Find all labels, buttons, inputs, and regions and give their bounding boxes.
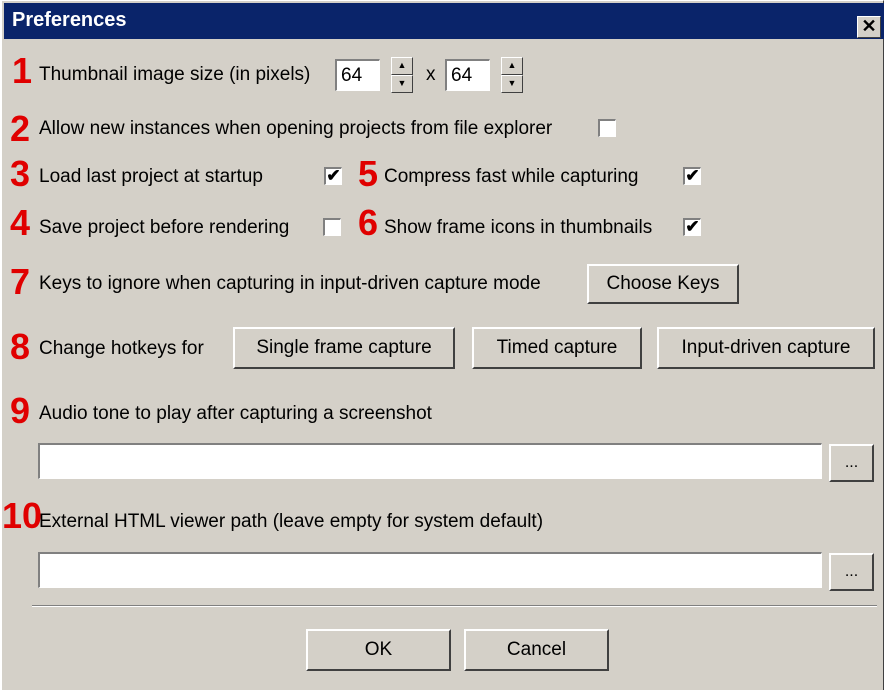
- viewer-browse-button[interactable]: ...: [829, 553, 874, 591]
- ok-button[interactable]: OK: [306, 629, 451, 671]
- save-before-checkbox[interactable]: [323, 218, 341, 236]
- marker-9: 9: [10, 390, 31, 431]
- check-icon: ✔: [326, 166, 341, 185]
- viewer-path-label: External HTML viewer path (leave empty f…: [39, 511, 544, 532]
- marker-7: 7: [10, 261, 31, 302]
- marker-8: 8: [10, 326, 31, 367]
- marker-5: 5: [358, 153, 379, 194]
- allow-instances-checkbox[interactable]: [598, 119, 616, 137]
- load-last-checkbox[interactable]: ✔: [324, 167, 342, 185]
- spin-up-icon[interactable]: ▲: [501, 57, 523, 75]
- audio-tone-input[interactable]: [38, 443, 822, 479]
- thumbnail-height-input[interactable]: 64: [445, 59, 490, 91]
- marker-2: 2: [10, 108, 31, 149]
- timed-capture-button[interactable]: Timed capture: [472, 327, 642, 369]
- preferences-dialog: Preferences ✕ 1 Thumbnail image size (in…: [0, 0, 884, 690]
- marker-10: 10: [2, 495, 43, 536]
- save-before-label: Save project before rendering: [39, 217, 290, 238]
- check-icon: ✔: [685, 217, 700, 236]
- close-icon: ✕: [861, 16, 877, 36]
- single-frame-capture-button[interactable]: Single frame capture: [233, 327, 455, 369]
- show-icons-checkbox[interactable]: ✔: [683, 218, 701, 236]
- check-icon: ✔: [685, 166, 700, 185]
- thumbnail-width-spinner[interactable]: ▲ ▼: [391, 57, 413, 93]
- audio-browse-button[interactable]: ...: [829, 444, 874, 482]
- audio-tone-label: Audio tone to play after capturing a scr…: [39, 403, 432, 424]
- cancel-button[interactable]: Cancel: [464, 629, 609, 671]
- spin-down-icon[interactable]: ▼: [501, 75, 523, 93]
- hotkeys-label: Change hotkeys for: [39, 338, 204, 359]
- allow-instances-label: Allow new instances when opening project…: [39, 118, 553, 139]
- thumbnail-size-label: Thumbnail image size (in pixels): [39, 64, 311, 85]
- marker-4: 4: [10, 202, 31, 243]
- thumbnail-height-spinner[interactable]: ▲ ▼: [501, 57, 523, 93]
- close-button[interactable]: ✕: [857, 16, 881, 38]
- spin-down-icon[interactable]: ▼: [391, 75, 413, 93]
- window-title: Preferences: [12, 9, 127, 31]
- thumbnail-width-input[interactable]: 64: [335, 59, 380, 91]
- viewer-path-input[interactable]: [38, 552, 822, 588]
- input-driven-capture-button[interactable]: Input-driven capture: [657, 327, 875, 369]
- choose-keys-button[interactable]: Choose Keys: [587, 264, 739, 304]
- spin-up-icon[interactable]: ▲: [391, 57, 413, 75]
- title-bar: Preferences: [4, 3, 884, 39]
- compress-fast-checkbox[interactable]: ✔: [683, 167, 701, 185]
- times-label: x: [426, 64, 436, 85]
- load-last-label: Load last project at startup: [39, 166, 263, 187]
- keys-ignore-label: Keys to ignore when capturing in input-d…: [39, 273, 541, 294]
- compress-fast-label: Compress fast while capturing: [384, 166, 639, 187]
- marker-3: 3: [10, 153, 31, 194]
- marker-6: 6: [358, 202, 379, 243]
- marker-1: 1: [12, 50, 33, 91]
- show-icons-label: Show frame icons in thumbnails: [384, 217, 653, 238]
- separator: [32, 605, 877, 607]
